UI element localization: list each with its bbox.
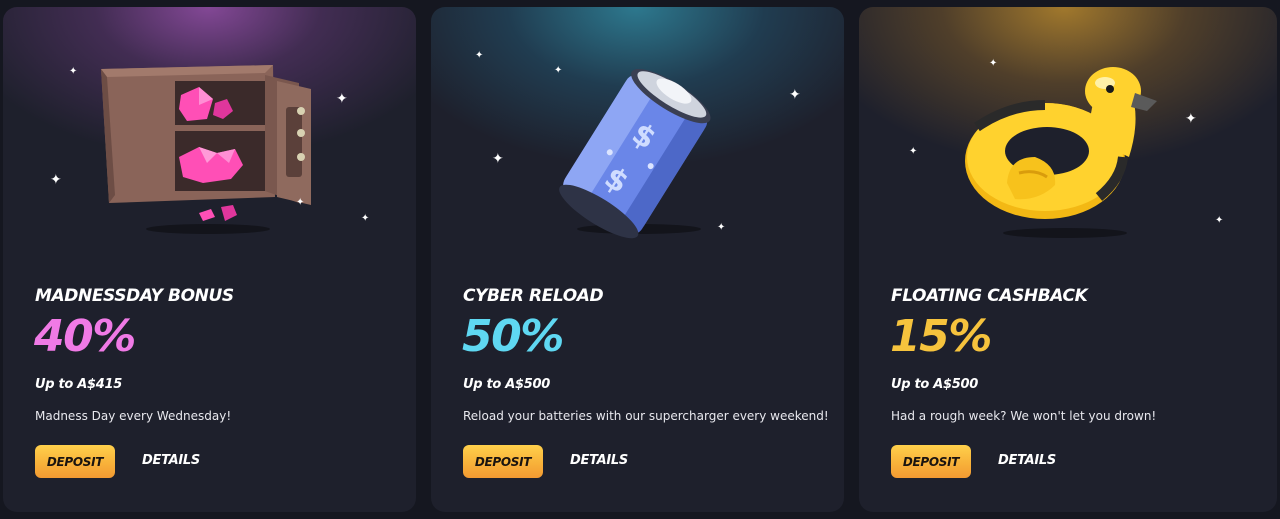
deposit-button[interactable]: DEPOSIT <box>891 445 971 478</box>
promo-percent: 15% <box>890 311 992 362</box>
promotions-list: ✦ ✦ ✦ ✦ ✦ MADNESSDAY BONUS 40% Up to A$4… <box>3 7 1277 512</box>
promo-title: MADNESSDAY BONUS <box>35 286 234 306</box>
promo-illustration: ✦ ✦ ✦ ✦ ✦ <box>3 7 416 267</box>
sparkle-icon: ✦ <box>1185 111 1197 127</box>
promo-title: CYBER RELOAD <box>463 286 604 306</box>
details-link[interactable]: DETAILS <box>570 453 628 468</box>
sparkle-icon: ✦ <box>50 172 62 188</box>
promo-description: Had a rough week? We won't let you drown… <box>891 409 1157 423</box>
promo-illustration: ✦ ✦ ✦ ✦ <box>859 7 1277 267</box>
sparkle-icon: ✦ <box>554 65 563 76</box>
sparkle-icon: ✦ <box>492 151 504 167</box>
promo-title: FLOATING CASHBACK <box>891 286 1088 306</box>
battery-dollar-icon: $ $ <box>559 69 711 239</box>
sparkle-icon: ✦ <box>789 87 801 103</box>
promo-card-madnessday: ✦ ✦ ✦ ✦ ✦ MADNESSDAY BONUS 40% Up to A$4… <box>3 7 416 512</box>
sparkle-icon: ✦ <box>717 222 726 233</box>
promo-description: Madness Day every Wednesday! <box>35 409 232 423</box>
promo-limit: Up to A$500 <box>463 377 551 392</box>
sparkle-icon: ✦ <box>1215 215 1224 226</box>
open-safe-with-gems-icon <box>101 65 311 234</box>
promo-card-floating-cashback: ✦ ✦ ✦ ✦ FLOATING CASHBACK 15% Up to A$50… <box>859 7 1277 512</box>
details-link[interactable]: DETAILS <box>998 453 1056 468</box>
sparkle-icon: ✦ <box>475 50 484 61</box>
promo-percent: 40% <box>34 311 136 362</box>
sparkle-icon: ✦ <box>296 197 305 208</box>
promo-limit: Up to A$415 <box>35 377 123 392</box>
promo-card-cyber-reload: $ $ ✦ ✦ ✦ ✦ ✦ CYBER RELOAD 50% Up to A$5… <box>431 7 844 512</box>
sparkle-icon: ✦ <box>336 91 348 107</box>
sparkle-icon: ✦ <box>989 58 998 69</box>
promo-limit: Up to A$500 <box>891 377 979 392</box>
sparkle-icon: ✦ <box>361 213 370 224</box>
details-link[interactable]: DETAILS <box>142 453 200 468</box>
promo-percent: 50% <box>462 311 564 362</box>
sparkle-icon: ✦ <box>69 66 78 77</box>
deposit-button[interactable]: DEPOSIT <box>35 445 115 478</box>
promo-illustration: $ $ ✦ ✦ ✦ ✦ ✦ <box>431 7 844 267</box>
promo-description: Reload your batteries with our superchar… <box>463 409 829 423</box>
rubber-duck-float-icon <box>965 67 1157 238</box>
deposit-button[interactable]: DEPOSIT <box>463 445 543 478</box>
sparkle-icon: ✦ <box>909 146 918 157</box>
